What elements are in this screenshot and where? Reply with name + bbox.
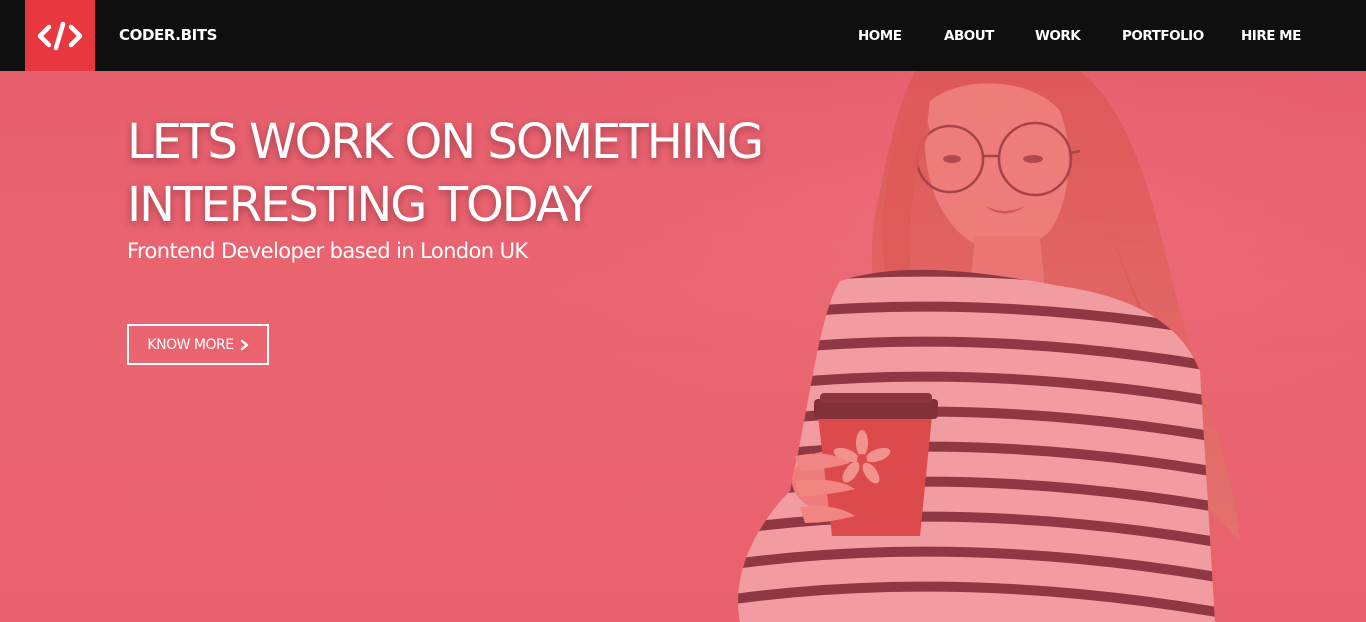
nav-item-hire-me[interactable]: HIRE ME [1241,28,1301,44]
nav-item-home[interactable]: HOME [858,28,902,44]
nav-item-work[interactable]: WORK [1035,28,1081,44]
nav-item-about[interactable]: ABOUT [944,28,994,44]
hero-title-line-1: LETS WORK ON SOMETHING [127,114,764,170]
brand-name[interactable]: CODER.BITS [119,26,217,44]
know-more-button[interactable]: KNOW MORE [127,324,269,365]
hero-title-line-2: INTERESTING TODAY [127,177,592,233]
know-more-label: KNOW MORE [147,336,234,353]
hero-subtitle: Frontend Developer based in London UK [127,239,528,263]
navbar: CODER.BITS HOME ABOUT WORK PORTFOLIO HIR… [0,0,1366,71]
hero-title: LETS WORK ON SOMETHING INTERESTING TODAY [127,111,887,237]
chevron-right-icon [240,339,248,350]
page: CODER.BITS HOME ABOUT WORK PORTFOLIO HIR… [0,0,1366,622]
nav-item-portfolio[interactable]: PORTFOLIO [1122,28,1204,44]
logo[interactable] [25,0,95,71]
code-brackets-icon [37,21,83,50]
hero-section: LETS WORK ON SOMETHING INTERESTING TODAY… [0,71,1366,622]
